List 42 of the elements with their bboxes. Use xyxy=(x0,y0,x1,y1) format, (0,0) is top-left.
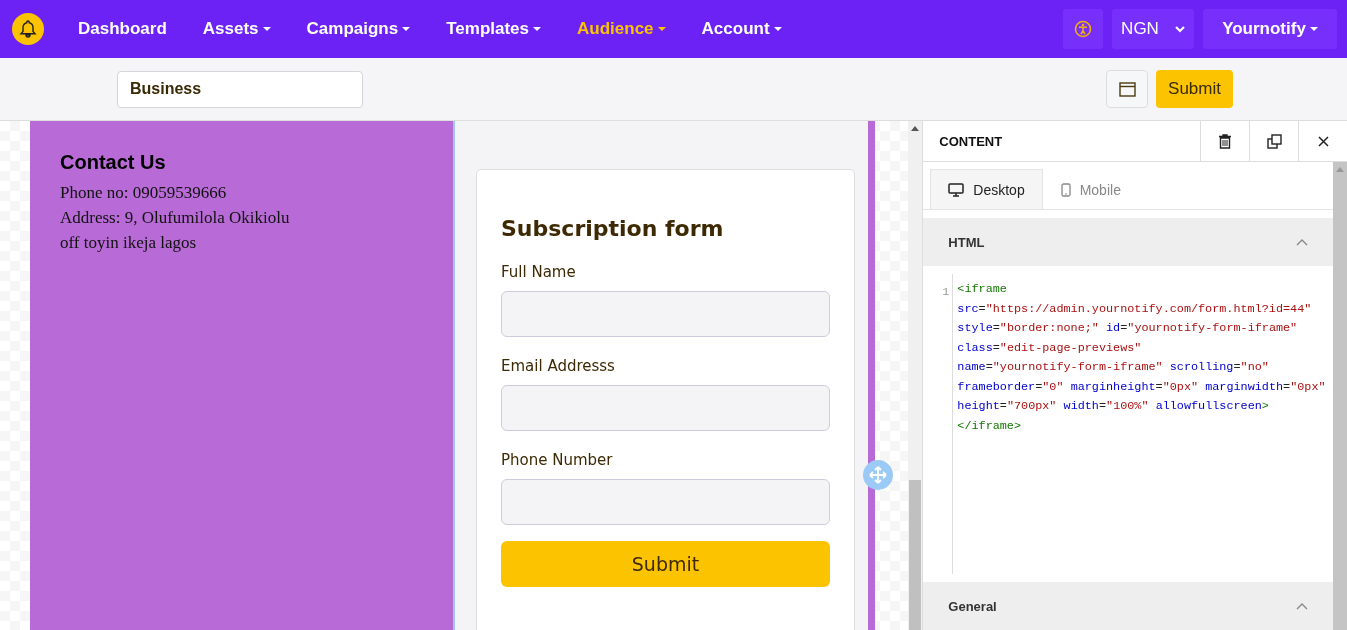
accessibility-icon xyxy=(1074,20,1092,38)
field-label: Full Name xyxy=(501,263,577,281)
currency-select[interactable]: NGN xyxy=(1112,9,1194,49)
contact-heading: Contact Us xyxy=(60,151,167,174)
input-field[interactable] xyxy=(501,291,830,337)
scroll-up-arrow-icon[interactable] xyxy=(911,126,919,131)
move-handle-icon[interactable] xyxy=(863,460,893,490)
form-submit-button[interactable]: Submit xyxy=(501,541,830,587)
chevron-icon xyxy=(1296,238,1308,246)
panel-scrollbar[interactable] xyxy=(1333,162,1347,630)
input-field[interactable] xyxy=(501,385,830,431)
submit-button[interactable]: Submit xyxy=(1156,70,1233,108)
section-header[interactable]: General xyxy=(923,582,1333,630)
view-tab[interactable]: Desktop xyxy=(930,169,1043,209)
nav-menu-item[interactable]: Audience xyxy=(577,19,666,39)
contact-text: Phone no: 09059539666 xyxy=(60,182,228,204)
form-title: Subscription form xyxy=(501,216,725,241)
window-icon xyxy=(1118,81,1136,97)
line-number: 1 xyxy=(942,285,950,299)
page-name-field[interactable]: Business xyxy=(117,70,363,108)
accessibility-button[interactable] xyxy=(1063,9,1103,49)
nav-menu-item[interactable]: Assets xyxy=(202,19,271,39)
contact-text: Address: 9, Olufumilola Okikiolu xyxy=(60,207,291,229)
field-label: Email Addresss xyxy=(501,357,616,375)
nav-menu-item[interactable]: Dashboard xyxy=(78,19,167,39)
phone-icon xyxy=(1060,182,1071,197)
canvas-scrollbar[interactable] xyxy=(908,121,922,630)
nav-menu-item[interactable]: Account xyxy=(701,19,782,39)
account-menu[interactable]: Yournotify xyxy=(1203,9,1337,49)
nav-menu-item[interactable]: Campaigns xyxy=(306,19,411,39)
chevron-icon xyxy=(1296,602,1308,610)
field-label: Phone Number xyxy=(501,451,614,469)
code-text: <iframe src="https://admin.yournotify.com/form.html?id=44" style="border:none;" id="yournotify-form-iframe" class="edit-page-previews" name="yournotify-form-iframe" scrolling="no" frameborder="0" marginheight="0px" marginwidth="0px" height="700px" width="100%" allowfullscreen></iframe> xyxy=(956,281,1327,435)
panel-title: CONTENT xyxy=(938,133,1004,149)
chevron-down-icon xyxy=(1174,25,1185,33)
contact-text: off toyin ikeja lagos xyxy=(60,232,198,254)
section-header[interactable]: HTML xyxy=(923,218,1333,266)
input-field[interactable] xyxy=(501,479,830,525)
layout-button[interactable] xyxy=(1106,70,1149,108)
bell-logo-icon[interactable] xyxy=(12,13,44,45)
monitor-icon xyxy=(948,182,965,197)
nav-menu-item[interactable]: Templates xyxy=(446,19,542,39)
